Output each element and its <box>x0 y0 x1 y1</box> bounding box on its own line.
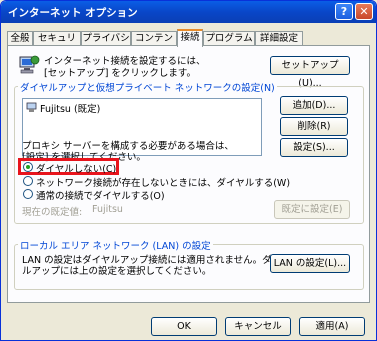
tab-connections[interactable]: 接続 <box>177 29 203 47</box>
setup-button[interactable]: セットアップ(U)... <box>270 56 350 89</box>
lan-text-line2: ルアップには上の設定を選択してください。 <box>22 266 212 277</box>
tab-security[interactable]: セキュリティ <box>33 31 81 57</box>
computer-network-icon <box>19 55 40 74</box>
current-default-value: Fujitsu <box>92 204 123 215</box>
tab-advanced[interactable]: 詳細設定 <box>255 31 303 46</box>
tab-content[interactable]: コンテンツ <box>131 31 177 57</box>
help-button[interactable]: ? <box>335 3 353 20</box>
close-button[interactable]: ✕ <box>355 3 373 20</box>
lan-group-label: ローカル エリア ネットワーク (LAN) の設定 <box>18 238 213 252</box>
internet-options-window: インターネット オプション ? ✕ 全般 セキュリティ プライバシー コンテンツ… <box>0 0 377 341</box>
dialup-connection-icon <box>26 102 37 112</box>
dial-when-no-network-radio[interactable] <box>23 176 33 186</box>
settings-button[interactable]: 設定(S)... <box>280 138 348 157</box>
add-button[interactable]: 追加(D)... <box>280 96 348 115</box>
never-dial-radio[interactable] <box>23 162 33 172</box>
tab-programs[interactable]: プログラム <box>203 31 255 46</box>
title-bar[interactable]: インターネット オプション ? ✕ <box>1 1 376 23</box>
connections-panel: インターネット接続を設定するには、 [セットアップ] をクリックします。 セット… <box>7 45 370 303</box>
cancel-button[interactable]: キャンセル <box>225 317 291 336</box>
remove-button[interactable]: 削除(R) <box>280 117 348 136</box>
setup-text-line2: [セットアップ] をクリックします。 <box>44 68 196 79</box>
always-dial-radio[interactable] <box>23 189 33 199</box>
always-dial-label[interactable]: 通常の接続でダイヤルする(O) <box>36 188 165 202</box>
set-default-button[interactable]: 既定に設定(E) <box>274 200 350 219</box>
connection-name: Fujitsu (既定) <box>40 104 101 115</box>
never-dial-label[interactable]: ダイヤルしない(C) <box>36 161 116 175</box>
tab-privacy[interactable]: プライバシー <box>81 31 131 57</box>
apply-button[interactable]: 適用(A) <box>299 317 365 336</box>
tab-general[interactable]: 全般 <box>7 31 33 46</box>
dial-when-no-network-label[interactable]: ネットワーク接続が存在しないときには、ダイヤルする(W) <box>36 175 290 189</box>
lan-settings-button[interactable]: LAN の設定(L)... <box>270 254 350 273</box>
dialup-group-label: ダイヤルアップと仮想プライベート ネットワークの設定(N) <box>18 80 277 94</box>
ok-button[interactable]: OK <box>151 317 217 336</box>
window-title: インターネット オプション <box>8 7 138 19</box>
current-default-label: 現在の既定値: <box>22 207 83 218</box>
